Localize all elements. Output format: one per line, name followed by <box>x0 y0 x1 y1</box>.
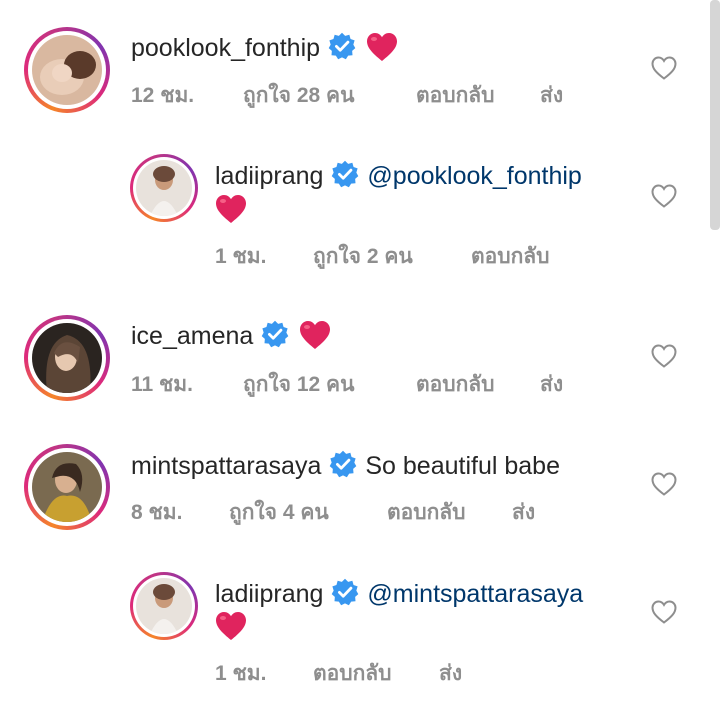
comment-time: 1 ชม. <box>215 245 267 268</box>
send-button[interactable]: ส่ง <box>512 496 535 529</box>
verified-badge-icon <box>328 32 356 60</box>
username[interactable]: ladiiprang <box>215 580 323 608</box>
avatar[interactable] <box>24 444 110 530</box>
likes-count[interactable]: ถูกใจ 2 คน <box>313 240 413 273</box>
avatar[interactable] <box>24 315 110 401</box>
username[interactable]: pooklook_fonthip <box>131 34 320 62</box>
username[interactable]: ladiiprang <box>215 162 323 190</box>
mention-link[interactable]: @mintspattarasaya <box>367 580 583 608</box>
red-heart-emoji <box>215 194 247 224</box>
like-heart-outline-icon[interactable] <box>651 344 677 368</box>
like-heart-outline-icon[interactable] <box>651 472 677 496</box>
avatar[interactable] <box>130 572 198 640</box>
red-heart-emoji <box>299 320 331 350</box>
avatar[interactable] <box>24 27 110 113</box>
send-button[interactable]: ส่ง <box>540 79 563 112</box>
avatar[interactable] <box>130 154 198 222</box>
comment-text: So beautiful babe <box>365 452 560 480</box>
username[interactable]: mintspattarasaya <box>131 452 321 480</box>
verified-badge-icon <box>261 320 289 348</box>
mention-link[interactable]: @pooklook_fonthip <box>367 162 581 190</box>
red-heart-emoji <box>366 32 398 62</box>
like-heart-outline-icon[interactable] <box>651 56 677 80</box>
reply-button[interactable]: ตอบกลับ <box>416 79 495 112</box>
comment-time: 12 ชม. <box>131 84 195 107</box>
scrollbar[interactable] <box>710 0 720 230</box>
comment-time: 1 ชม. <box>215 662 267 685</box>
verified-badge-icon <box>331 160 359 188</box>
send-button[interactable]: ส่ง <box>439 657 462 690</box>
send-button[interactable]: ส่ง <box>540 368 563 401</box>
comment-time: 8 ชม. <box>131 501 183 524</box>
reply-button[interactable]: ตอบกลับ <box>471 240 550 273</box>
likes-count[interactable]: ถูกใจ 4 คน <box>229 496 329 529</box>
verified-badge-icon <box>329 450 357 478</box>
reply-button[interactable]: ตอบกลับ <box>387 496 466 529</box>
red-heart-emoji <box>215 611 247 641</box>
likes-count[interactable]: ถูกใจ 28 คน <box>243 79 354 112</box>
like-heart-outline-icon[interactable] <box>651 184 677 208</box>
reply-button[interactable]: ตอบกลับ <box>313 657 392 690</box>
reply-button[interactable]: ตอบกลับ <box>416 368 495 401</box>
verified-badge-icon <box>331 578 359 606</box>
like-heart-outline-icon[interactable] <box>651 600 677 624</box>
likes-count[interactable]: ถูกใจ 12 คน <box>243 368 354 401</box>
comment-time: 11 ชม. <box>131 373 193 396</box>
username[interactable]: ice_amena <box>131 322 253 350</box>
